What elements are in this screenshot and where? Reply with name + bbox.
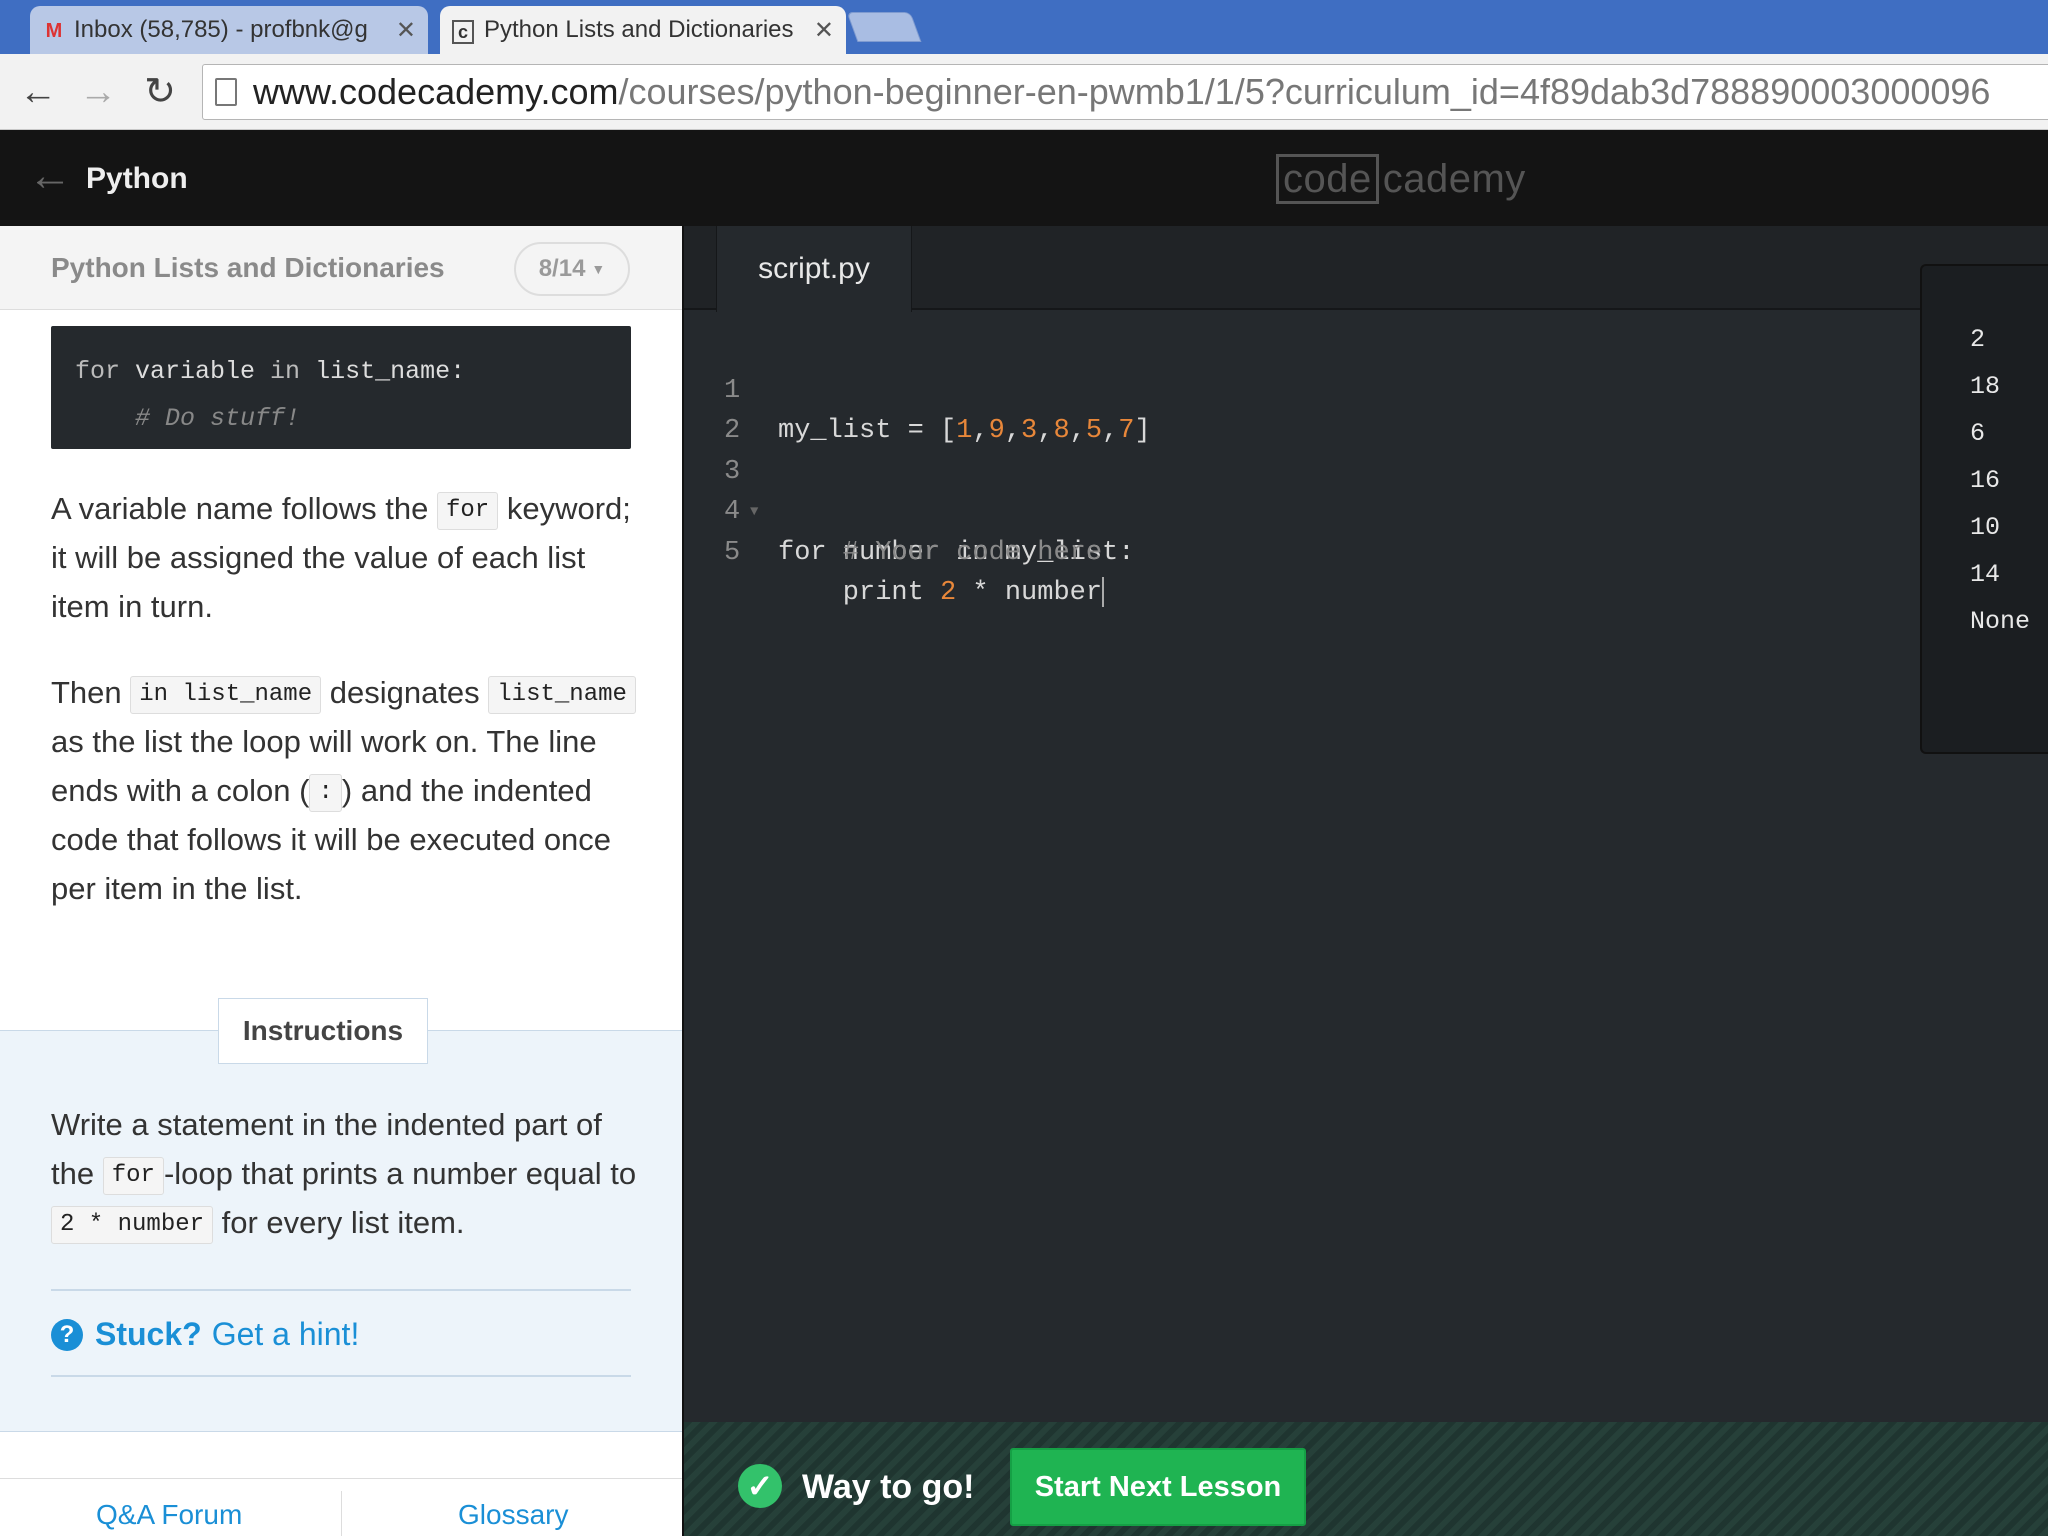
text-cursor <box>1102 576 1105 607</box>
output-line: 6 <box>1970 419 1986 448</box>
code-line[interactable]: 5 print 2 * number <box>684 492 1884 608</box>
address-bar[interactable]: www.codecademy.com/courses/python-beginn… <box>202 64 2048 120</box>
question-icon: ? <box>51 1318 83 1351</box>
new-tab-button[interactable] <box>846 12 922 42</box>
output-line: 10 <box>1970 513 2001 542</box>
code-keyword: in <box>270 357 301 386</box>
number-literal: 2 <box>940 578 957 608</box>
back-icon[interactable]: ← <box>14 68 62 116</box>
code-text: list_name: <box>300 357 466 386</box>
progress-label: 8/14 <box>538 255 586 282</box>
code-sample: for variable in list_name: # Do stuff! <box>51 326 631 449</box>
divider <box>51 1289 631 1291</box>
page-icon <box>215 78 237 106</box>
hint-prefix: Stuck? <box>95 1316 202 1352</box>
hint-row[interactable]: ? Stuck? Get a hint! <box>51 1316 359 1353</box>
text: Then <box>51 675 131 710</box>
gmail-icon: M <box>45 20 63 42</box>
code-line[interactable]: 4 # Your code here <box>684 452 1884 568</box>
code-comment: # Your code here <box>778 537 1103 568</box>
inline-code: : <box>309 773 342 812</box>
hint-link[interactable]: Get a hint! <box>212 1316 360 1353</box>
app-header: ← Python code cademy <box>0 130 2048 226</box>
output-lines: 2 18 6 16 10 14 None <box>1970 316 2030 645</box>
qa-forum-link[interactable]: Q&A Forum <box>96 1499 242 1531</box>
code-text: variable <box>120 357 271 386</box>
output-line: None <box>1970 607 2031 636</box>
lesson-panel: Python Lists and Dictionaries 8/14 ▼ for… <box>0 226 682 1536</box>
url-path: /courses/python-beginner-en-pwmb1/1/5?cu… <box>618 71 1991 112</box>
reload-icon[interactable]: ↻ <box>136 68 184 116</box>
output-line: 16 <box>1970 466 2001 495</box>
browser-tab-inbox[interactable]: M Inbox (58,785) - profbnk@g ✕ <box>30 6 428 54</box>
divider <box>51 1375 631 1377</box>
code-line[interactable]: 3 ▼ for number in my_list: <box>684 411 1884 568</box>
close-tab-icon[interactable]: ✕ <box>396 16 416 45</box>
success-bar: ✓ Way to go! Start Next Lesson <box>684 1422 2048 1536</box>
output-line: 2 <box>1970 325 1986 354</box>
code-area[interactable]: 1 my_list = [1,9,3,8,5,7] 2 3 ▼ for numb… <box>684 330 1884 609</box>
inline-code: in list_name <box>130 675 322 714</box>
codecademy-logo[interactable]: code cademy <box>1276 154 1526 204</box>
line-number: 5 <box>724 537 741 568</box>
checkmark-icon: ✓ <box>738 1464 782 1508</box>
text: designates <box>321 675 489 710</box>
text: -loop that prints a number equal to <box>163 1156 637 1191</box>
inline-code: list_name <box>488 675 636 714</box>
instructions-text: Write a statement in the indented part o… <box>51 1100 641 1247</box>
output-line: 18 <box>1970 372 2001 401</box>
success-message: Way to go! <box>802 1468 975 1506</box>
codecademy-icon: c <box>452 20 474 44</box>
browser-tab-strip: M Inbox (58,785) - profbnk@g ✕ c Python … <box>0 0 2048 54</box>
code-keyword: for <box>75 357 121 386</box>
glossary-link[interactable]: Glossary <box>458 1499 568 1531</box>
lesson-bar: Python Lists and Dictionaries 8/14 ▼ <box>0 226 682 310</box>
forward-icon[interactable]: → <box>74 68 122 116</box>
text: A variable name follows the <box>51 491 437 526</box>
output-console[interactable]: 2 18 6 16 10 14 None <box>1920 264 2048 754</box>
explanation-paragraph-2: Then in list_name designates list_name a… <box>51 668 641 913</box>
output-line: 14 <box>1970 560 2001 589</box>
code-comment: # Do stuff! <box>75 404 301 433</box>
footer-links: Q&A Forum Glossary <box>0 1478 682 1536</box>
inline-code: for <box>102 1156 164 1195</box>
url-host: www.codecademy.com <box>253 71 619 112</box>
inline-code: 2 * number <box>51 1205 214 1244</box>
code-text: print <box>778 578 941 608</box>
code-editor[interactable]: script.py 1 my_list = [1,9,3,8,5,7] 2 3 … <box>682 226 2048 1536</box>
browser-toolbar: ← → ↻ www.codecademy.com/courses/python-… <box>0 54 2048 130</box>
course-title[interactable]: Python <box>86 162 188 196</box>
tab-script-py[interactable]: script.py <box>716 226 912 312</box>
browser-tab-lesson[interactable]: c Python Lists and Dictionaries ✕ <box>440 6 846 54</box>
back-arrow-icon[interactable]: ← <box>28 154 72 198</box>
explanation-paragraph-1: A variable name follows the for keyword;… <box>51 484 641 631</box>
tab-title: Python Lists and Dictionaries <box>484 16 794 43</box>
close-tab-icon[interactable]: ✕ <box>814 16 834 45</box>
text: for every list item. <box>213 1205 465 1240</box>
inline-code: for <box>437 491 499 530</box>
instructions-tab[interactable]: Instructions <box>218 998 428 1064</box>
editor-tab-bar: script.py <box>684 226 2048 312</box>
logo-code: code <box>1276 154 1379 204</box>
lesson-progress-dropdown[interactable]: 8/14 ▼ <box>514 242 630 296</box>
lesson-title: Python Lists and Dictionaries <box>51 252 445 283</box>
tab-title: Inbox (58,785) - profbnk@g <box>74 16 368 43</box>
code-line[interactable]: 1 my_list = [1,9,3,8,5,7] <box>684 330 1884 447</box>
divider <box>341 1491 342 1536</box>
code-line[interactable]: 2 <box>684 371 1884 446</box>
code-text: * number <box>956 578 1103 608</box>
chevron-down-icon: ▼ <box>591 261 606 277</box>
start-next-lesson-button[interactable]: Start Next Lesson <box>1010 1448 1306 1526</box>
logo-cademy: cademy <box>1382 156 1526 201</box>
